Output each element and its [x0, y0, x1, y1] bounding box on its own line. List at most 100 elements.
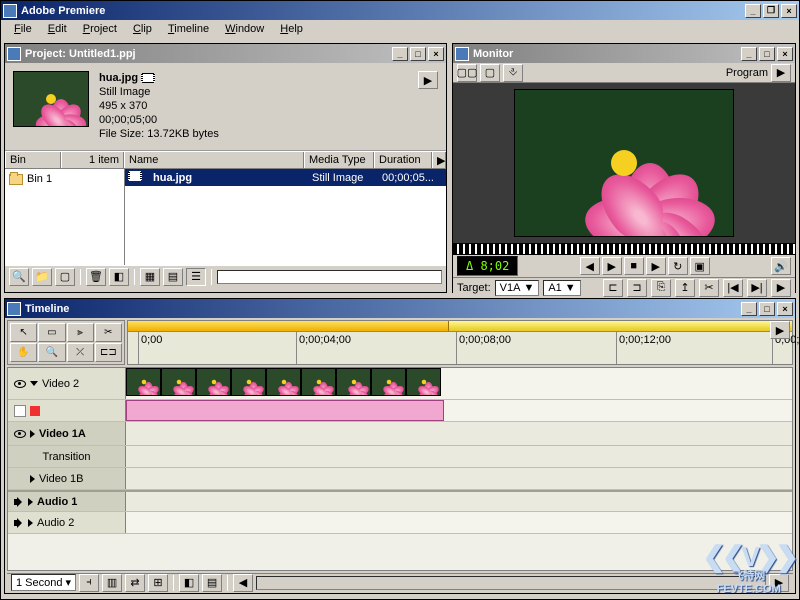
program-menu-button[interactable]: ▶: [771, 64, 791, 82]
video-target-select[interactable]: V1A▼: [495, 280, 540, 296]
rolling-edit-tool[interactable]: ⫸: [67, 323, 94, 342]
chevron-right-icon[interactable]: [30, 475, 35, 483]
frame-back-button[interactable]: ◀: [580, 257, 600, 275]
shift-tracks-button[interactable]: ⇄: [125, 574, 145, 592]
chevron-right-icon[interactable]: [30, 430, 35, 438]
project-max-button[interactable]: □: [410, 47, 426, 61]
selection-tool[interactable]: ↖: [10, 323, 37, 342]
project-scrollbar[interactable]: [217, 270, 442, 284]
play-inout-button[interactable]: ▣: [690, 257, 710, 275]
zoom-select[interactable]: 1 Second ▾: [11, 574, 76, 591]
col-media[interactable]: Media Type: [304, 152, 374, 168]
track-header-audio1[interactable]: Audio 1: [8, 492, 126, 511]
monitor-close-button[interactable]: ×: [777, 47, 793, 61]
speaker-icon[interactable]: [14, 497, 24, 507]
chevron-right-icon[interactable]: [28, 519, 33, 527]
menu-help[interactable]: Help: [273, 21, 310, 37]
timeline-min-button[interactable]: _: [741, 302, 757, 316]
work-area-bar[interactable]: [128, 321, 792, 332]
project-min-button[interactable]: _: [392, 47, 408, 61]
toggle-track-button[interactable]: ◧: [179, 574, 199, 592]
mark-out-button[interactable]: ⊐: [627, 279, 647, 297]
clip-thumbnail[interactable]: [13, 71, 89, 127]
time-ruler[interactable]: 0;00 0;00;04;00 0;00;08;00 0;00;12;00 0;…: [128, 332, 792, 364]
menu-edit[interactable]: Edit: [41, 21, 74, 37]
scrub-bar[interactable]: [453, 243, 795, 255]
sync-mode-button[interactable]: ⊞: [148, 574, 168, 592]
monitor-titlebar[interactable]: Monitor _ □ ×: [453, 44, 795, 63]
snap-button[interactable]: ⫞: [79, 574, 99, 592]
chevron-down-icon[interactable]: [30, 381, 38, 386]
track-header-audio2[interactable]: Audio 2: [8, 512, 126, 533]
timeline-scrollbar[interactable]: [256, 576, 766, 590]
col-scroll-button[interactable]: ▶: [432, 152, 446, 168]
lift-button[interactable]: ↥: [675, 279, 695, 297]
audio-target-select[interactable]: A1▼: [543, 280, 580, 296]
stop-button[interactable]: ■: [624, 257, 644, 275]
track-body-video2[interactable]: [126, 368, 792, 399]
track-header-transition[interactable]: Transition: [8, 446, 126, 467]
edge-view-button[interactable]: ▥: [102, 574, 122, 592]
scroll-right-button[interactable]: ▶: [769, 574, 789, 592]
thumb-view-button[interactable]: ▤: [163, 268, 183, 286]
opacity-icon[interactable]: [14, 405, 26, 417]
maximize-button[interactable]: ❐: [763, 4, 779, 18]
file-row[interactable]: hua.jpg Still Image 00;00;05...: [125, 169, 446, 186]
delete-button[interactable]: 🗑: [86, 268, 106, 286]
single-view-button[interactable]: ▢: [480, 64, 500, 82]
track-options-button[interactable]: ▤: [202, 574, 222, 592]
clip-menu-button[interactable]: ▶: [418, 71, 438, 89]
prev-edit-button[interactable]: |◀: [723, 279, 743, 297]
timecode-display[interactable]: Δ 8;02: [457, 256, 518, 276]
frame-fwd-button[interactable]: ▶: [602, 257, 622, 275]
col-name[interactable]: Name: [124, 152, 304, 168]
track-body-audio1[interactable]: [126, 492, 792, 511]
app-titlebar[interactable]: Adobe Premiere _ ❐ ×: [1, 1, 799, 20]
find-button[interactable]: 🔍: [9, 268, 29, 286]
range-tool[interactable]: ▭: [38, 323, 65, 342]
extract-button[interactable]: ✂: [699, 279, 719, 297]
speaker-icon[interactable]: [14, 518, 24, 528]
mark-in-button[interactable]: ⊏: [603, 279, 623, 297]
track-header-video1a[interactable]: Video 1A: [8, 422, 126, 445]
clip-on-track[interactable]: [126, 368, 441, 399]
scroll-left-button[interactable]: ◀: [233, 574, 253, 592]
track-header-video1b[interactable]: Video 1B: [8, 468, 126, 489]
bin-item[interactable]: Bin 1: [7, 171, 122, 187]
eye-icon[interactable]: [14, 430, 26, 438]
track-body-opacity[interactable]: [126, 400, 792, 421]
timeline-close-button[interactable]: ×: [777, 302, 793, 316]
inout-tool[interactable]: ⊏⊐: [95, 343, 122, 362]
mark-clip-button[interactable]: ⎘: [651, 279, 671, 297]
monitor-max-button[interactable]: □: [759, 47, 775, 61]
track-body-video1b[interactable]: [126, 468, 792, 489]
razor-tool[interactable]: ✂: [95, 323, 122, 342]
menu-clip[interactable]: Clip: [126, 21, 159, 37]
col-bin[interactable]: Bin: [5, 152, 61, 168]
timeline-titlebar[interactable]: Timeline _ □ ×: [5, 299, 795, 318]
timeline-max-button[interactable]: □: [759, 302, 775, 316]
icon-view-button[interactable]: ▦: [140, 268, 160, 286]
new-item-button[interactable]: ▢: [55, 268, 75, 286]
cross-fade-tool[interactable]: ⤫: [67, 343, 94, 362]
menu-file[interactable]: File: [7, 21, 39, 37]
menu-timeline[interactable]: Timeline: [161, 21, 216, 37]
monitor-min-button[interactable]: _: [741, 47, 757, 61]
minimize-button[interactable]: _: [745, 4, 761, 18]
rubberband-icon[interactable]: [30, 406, 40, 416]
zoom-tool[interactable]: 🔍: [38, 343, 65, 362]
project-titlebar[interactable]: Project: Untitled1.ppj _ □ ×: [5, 44, 446, 63]
loop-button[interactable]: ↻: [668, 257, 688, 275]
project-close-button[interactable]: ×: [428, 47, 444, 61]
menu-window[interactable]: Window: [218, 21, 271, 37]
new-bin-button[interactable]: 📁: [32, 268, 52, 286]
col-duration[interactable]: Duration: [374, 152, 432, 168]
track-header-video2[interactable]: Video 2: [8, 368, 126, 399]
eye-icon[interactable]: [14, 380, 26, 388]
col-count[interactable]: 1 item: [61, 152, 124, 168]
program-display[interactable]: [514, 89, 734, 237]
track-body-transition[interactable]: [126, 446, 792, 467]
hand-tool[interactable]: ✋: [10, 343, 37, 362]
chevron-right-icon[interactable]: [28, 498, 33, 506]
play-button[interactable]: ▶: [646, 257, 666, 275]
